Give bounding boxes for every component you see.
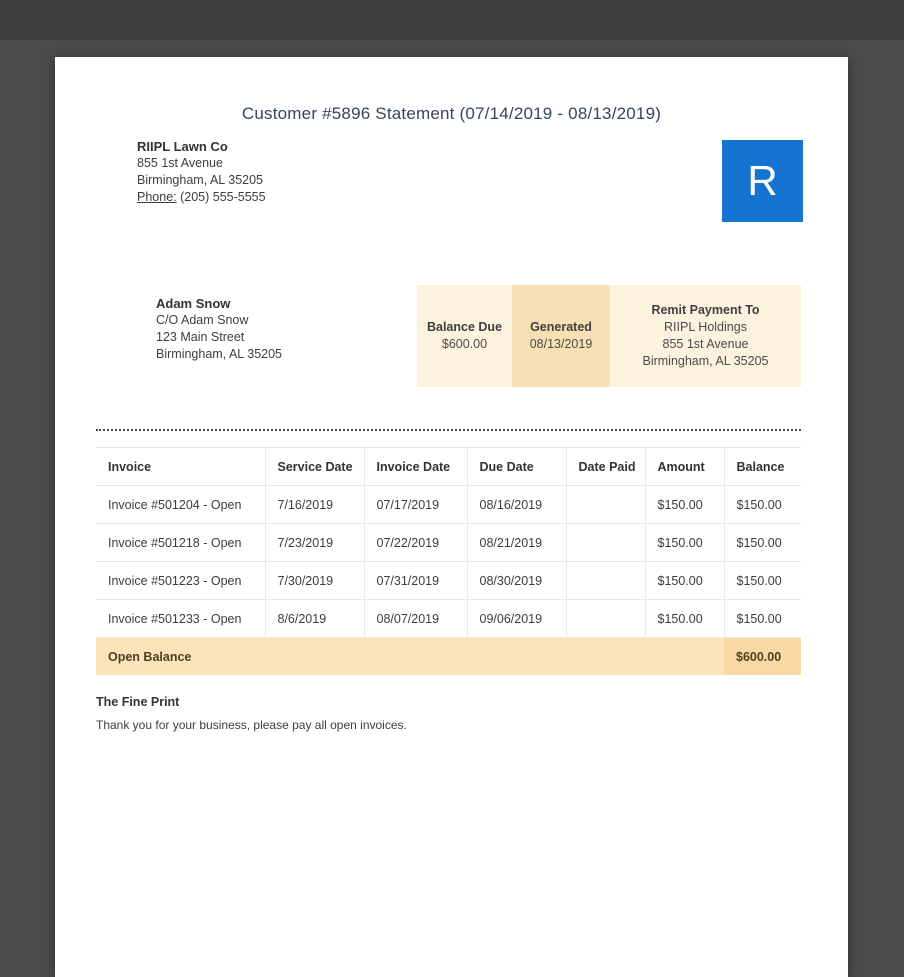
phone-label: Phone: bbox=[137, 190, 177, 204]
remit-cell: Remit Payment To RIIPL Holdings 855 1st … bbox=[610, 285, 801, 387]
statement-title: Customer #5896 Statement (07/14/2019 - 0… bbox=[241, 104, 662, 123]
customer-line3: Birmingham, AL 35205 bbox=[156, 347, 283, 361]
due-date-cell: 08/30/2019 bbox=[467, 561, 567, 600]
balance-due-cell: Balance Due $600.00 bbox=[417, 285, 512, 387]
column-header-due-date: Due Date bbox=[467, 447, 567, 486]
date-paid-cell bbox=[566, 599, 646, 638]
date-paid-cell bbox=[566, 523, 646, 562]
open-balance-row: Open Balance $600.00 bbox=[96, 637, 801, 675]
amount-cell: $150.00 bbox=[645, 485, 725, 524]
company-logo: R bbox=[722, 140, 803, 222]
invoice-date-cell: 07/17/2019 bbox=[364, 485, 468, 524]
column-header-service-date: Service Date bbox=[265, 447, 365, 486]
dotted-divider bbox=[96, 429, 801, 431]
due-date-cell: 09/06/2019 bbox=[467, 599, 567, 638]
generated-value: 08/13/2019 bbox=[529, 337, 593, 351]
balance-due-label: Balance Due bbox=[426, 320, 503, 334]
company-address-line1: 855 1st Avenue bbox=[137, 156, 223, 170]
invoice-cell: Invoice #501223 - Open bbox=[96, 561, 266, 600]
due-date-cell: 08/21/2019 bbox=[467, 523, 567, 562]
column-header-date-paid: Date Paid bbox=[566, 447, 646, 486]
balance-cell: $150.00 bbox=[724, 599, 801, 638]
company-block: RIIPL Lawn Co 855 1st Avenue Birmingham,… bbox=[137, 138, 266, 206]
viewer-top-strip bbox=[0, 0, 904, 40]
fine-print-body: Thank you for your business, please pay … bbox=[96, 718, 407, 732]
balance-due-value: $600.00 bbox=[441, 337, 488, 351]
invoice-cell: Invoice #501204 - Open bbox=[96, 485, 266, 524]
customer-line2: 123 Main Street bbox=[156, 330, 245, 344]
service-date-cell: 7/16/2019 bbox=[265, 485, 365, 524]
customer-block: Adam Snow C/O Adam Snow 123 Main Street … bbox=[156, 295, 282, 363]
table-row: Invoice #501218 - Open 7/23/2019 07/22/2… bbox=[96, 523, 801, 562]
open-balance-label: Open Balance bbox=[96, 637, 724, 675]
service-date-cell: 7/30/2019 bbox=[265, 561, 365, 600]
balance-cell: $150.00 bbox=[724, 485, 801, 524]
service-date-cell: 8/6/2019 bbox=[265, 599, 365, 638]
summary-box: Balance Due $600.00 Generated 08/13/2019… bbox=[417, 285, 801, 387]
amount-cell: $150.00 bbox=[645, 561, 725, 600]
amount-cell: $150.00 bbox=[645, 599, 725, 638]
remit-line3: Birmingham, AL 35205 bbox=[642, 354, 769, 368]
open-balance-value: $600.00 bbox=[724, 637, 801, 675]
due-date-cell: 08/16/2019 bbox=[467, 485, 567, 524]
company-name: RIIPL Lawn Co bbox=[137, 139, 228, 154]
generated-cell: Generated 08/13/2019 bbox=[512, 285, 610, 387]
statement-page: Customer #5896 Statement (07/14/2019 - 0… bbox=[55, 57, 848, 977]
company-phone-line: Phone: (205) 555-5555 bbox=[137, 189, 266, 206]
customer-name: Adam Snow bbox=[156, 296, 231, 311]
remit-line2: 855 1st Avenue bbox=[662, 337, 749, 351]
invoice-table: Invoice Service Date Invoice Date Due Da… bbox=[96, 447, 801, 675]
date-paid-cell bbox=[566, 485, 646, 524]
balance-cell: $150.00 bbox=[724, 523, 801, 562]
logo-letter: R bbox=[747, 157, 778, 204]
column-header-invoice: Invoice bbox=[96, 447, 266, 486]
column-header-invoice-date: Invoice Date bbox=[364, 447, 468, 486]
column-header-amount: Amount bbox=[645, 447, 725, 486]
fine-print-title: The Fine Print bbox=[96, 695, 180, 709]
remit-line1: RIIPL Holdings bbox=[664, 320, 747, 334]
generated-label: Generated bbox=[530, 320, 592, 334]
invoice-date-cell: 07/22/2019 bbox=[364, 523, 468, 562]
invoice-cell: Invoice #501218 - Open bbox=[96, 523, 266, 562]
table-header-row: Invoice Service Date Invoice Date Due Da… bbox=[96, 447, 801, 486]
customer-line1: C/O Adam Snow bbox=[156, 313, 249, 327]
balance-cell: $150.00 bbox=[724, 561, 801, 600]
remit-label: Remit Payment To bbox=[651, 303, 760, 317]
table-row: Invoice #501233 - Open 8/6/2019 08/07/20… bbox=[96, 599, 801, 638]
company-address-line2: Birmingham, AL 35205 bbox=[137, 173, 264, 187]
date-paid-cell bbox=[566, 561, 646, 600]
amount-cell: $150.00 bbox=[645, 523, 725, 562]
column-header-balance: Balance bbox=[724, 447, 801, 486]
invoice-date-cell: 07/31/2019 bbox=[364, 561, 468, 600]
table-row: Invoice #501204 - Open 7/16/2019 07/17/2… bbox=[96, 485, 801, 524]
table-row: Invoice #501223 - Open 7/30/2019 07/31/2… bbox=[96, 561, 801, 600]
invoice-date-cell: 08/07/2019 bbox=[364, 599, 468, 638]
service-date-cell: 7/23/2019 bbox=[265, 523, 365, 562]
phone-number: (205) 555-5555 bbox=[180, 190, 266, 204]
invoice-cell: Invoice #501233 - Open bbox=[96, 599, 266, 638]
